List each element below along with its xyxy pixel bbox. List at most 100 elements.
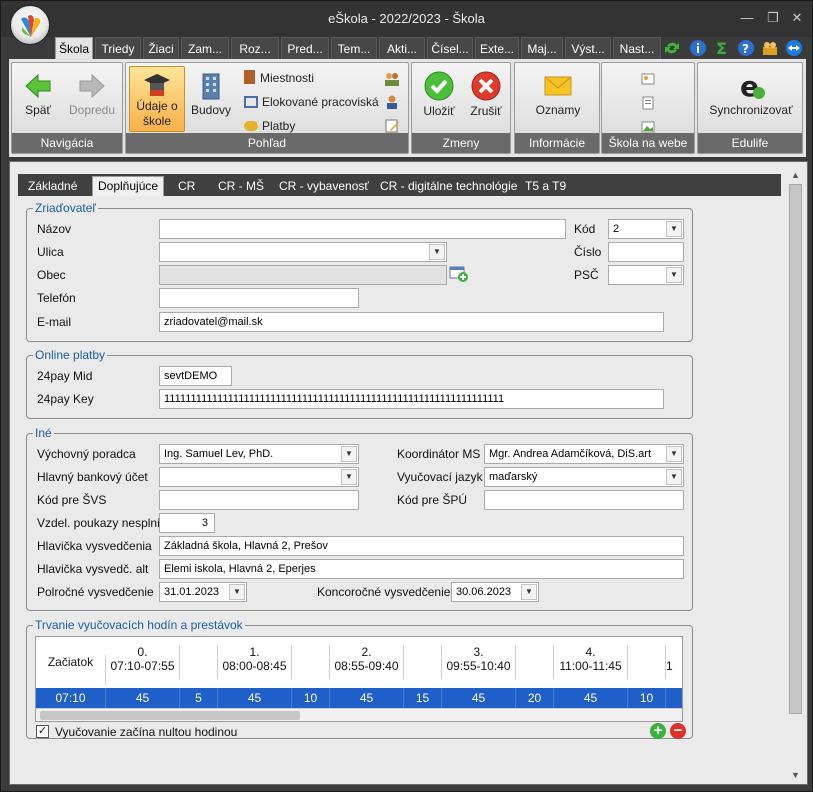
subtab-cr-vybavenost[interactable]: CR - vybavenosť bbox=[279, 177, 369, 196]
subtab-cr[interactable]: CR bbox=[178, 177, 195, 196]
scroll-down-icon[interactable]: ▼ bbox=[787, 768, 804, 782]
tab-skola[interactable]: Škola bbox=[55, 37, 93, 60]
hlavicka-alt-field[interactable]: Elemi iskola, Hlavná 2, Eperjes bbox=[159, 559, 684, 579]
tab-predmety[interactable]: Pred... bbox=[281, 37, 329, 59]
svs-field[interactable] bbox=[159, 490, 359, 510]
tab-externe[interactable]: Exte... bbox=[475, 37, 519, 59]
koordinator-combo[interactable]: Mgr. Andrea Adamčíková, DiS.art ▼ bbox=[484, 444, 684, 464]
chevron-down-icon[interactable]: ▼ bbox=[429, 244, 445, 260]
save-button[interactable]: Uložiť bbox=[416, 67, 462, 127]
forward-button[interactable]: Dopredu bbox=[64, 67, 120, 127]
miestnosti-button[interactable]: Miestnosti bbox=[244, 70, 314, 86]
restore-button[interactable]: ❐ bbox=[765, 11, 781, 25]
vertical-scrollbar[interactable]: ▲ ▼ bbox=[787, 166, 804, 782]
horizontal-scrollbar-thumb[interactable] bbox=[40, 711, 300, 720]
scroll-up-icon[interactable]: ▲ bbox=[787, 168, 804, 182]
spu-field[interactable] bbox=[484, 490, 684, 510]
edit-icon[interactable] bbox=[384, 118, 400, 134]
user-icon[interactable] bbox=[384, 94, 400, 110]
tab-vystupy[interactable]: Výst... bbox=[565, 37, 611, 59]
teamviewer-icon[interactable] bbox=[785, 39, 803, 57]
elokovane-button[interactable]: Elokované pracoviská bbox=[244, 94, 379, 110]
people-icon[interactable] bbox=[761, 39, 779, 57]
poukazy-field[interactable]: 3 bbox=[159, 513, 215, 533]
tab-ziaci[interactable]: Žiaci bbox=[143, 37, 179, 59]
chevron-down-icon[interactable]: ▼ bbox=[666, 469, 682, 485]
tab-nastavenia[interactable]: Nast... bbox=[613, 37, 661, 59]
ulica-combo[interactable]: ▼ bbox=[159, 242, 447, 262]
tab-triedy[interactable]: Triedy bbox=[95, 37, 141, 59]
help-icon[interactable]: ? bbox=[737, 39, 755, 57]
tab-zamestnanci[interactable]: Zam... bbox=[181, 37, 229, 59]
tab-tematicke[interactable]: Tem... bbox=[331, 37, 377, 59]
grid-cell[interactable]: 10 bbox=[292, 688, 330, 708]
chevron-down-icon[interactable]: ▼ bbox=[341, 469, 357, 485]
grid-cell[interactable] bbox=[666, 688, 682, 708]
polrocne-date[interactable]: 31.01.2023 ▼ bbox=[159, 582, 247, 602]
grid-row-selected[interactable]: 07:10 45 5 45 10 45 15 45 20 45 10 bbox=[36, 688, 682, 708]
scrollbar-thumb[interactable] bbox=[789, 184, 802, 714]
budovy-button[interactable]: Budovy bbox=[188, 67, 234, 127]
obec-field[interactable] bbox=[159, 265, 447, 285]
add-row-icon[interactable]: + bbox=[650, 723, 666, 739]
nazov-field[interactable] bbox=[159, 219, 566, 239]
key-field[interactable]: 1111111111111111111111111111111111111111… bbox=[159, 389, 664, 409]
subtab-cr-digitalne[interactable]: CR - digitálne technológie bbox=[380, 177, 517, 196]
tab-aktivity[interactable]: Akti... bbox=[379, 37, 425, 59]
subtab-t5-t9[interactable]: T5 a T9 bbox=[525, 177, 566, 196]
chevron-down-icon[interactable]: ▼ bbox=[666, 446, 682, 462]
horizontal-scrollbar[interactable] bbox=[36, 708, 682, 721]
grid-cell[interactable]: 45 bbox=[330, 688, 404, 708]
back-button[interactable]: Späť bbox=[14, 67, 62, 127]
minimize-button[interactable]: — bbox=[739, 11, 755, 25]
cancel-button[interactable]: Zrušiť bbox=[464, 67, 508, 127]
grid-cell[interactable]: 45 bbox=[106, 688, 180, 708]
psc-combo[interactable]: ▼ bbox=[608, 265, 684, 285]
email-field[interactable]: zriadovatel@mail.sk bbox=[159, 312, 664, 332]
grid-cell[interactable]: 15 bbox=[404, 688, 442, 708]
close-button[interactable]: ✕ bbox=[789, 11, 805, 25]
refresh-icon[interactable] bbox=[663, 39, 681, 57]
chevron-down-icon[interactable]: ▼ bbox=[341, 446, 357, 462]
tab-majetok[interactable]: Maj... bbox=[521, 37, 563, 59]
platby-button[interactable]: Platby bbox=[244, 118, 295, 134]
poradca-combo[interactable]: Ing. Samuel Lev, PhD. ▼ bbox=[159, 444, 359, 464]
users-icon[interactable] bbox=[384, 71, 400, 87]
chevron-down-icon[interactable]: ▼ bbox=[666, 267, 682, 283]
lessons-grid[interactable]: Začiatok 0. 07:10-07:55 1. 08:00-08:45 2… bbox=[35, 636, 683, 722]
grid-cell[interactable]: 45 bbox=[442, 688, 516, 708]
subtab-zakladne[interactable]: Základné bbox=[28, 177, 77, 196]
oznamy-button[interactable]: Oznamy bbox=[519, 67, 597, 127]
tab-rozvrh[interactable]: Roz... bbox=[231, 37, 279, 59]
web-document-icon[interactable] bbox=[640, 95, 656, 111]
info-icon[interactable] bbox=[689, 39, 707, 57]
hlavicka-field[interactable]: Základná škola, Hlavná 2, Prešov bbox=[159, 536, 684, 556]
kod-combo[interactable]: 2 ▼ bbox=[608, 219, 684, 239]
chevron-down-icon[interactable]: ▼ bbox=[521, 584, 537, 600]
remove-row-icon[interactable]: − bbox=[670, 723, 686, 739]
cislo-field[interactable] bbox=[608, 242, 684, 262]
grid-cell[interactable]: 45 bbox=[554, 688, 628, 708]
sigma-icon[interactable]: Σ bbox=[713, 39, 731, 57]
app-logo-button[interactable] bbox=[10, 5, 50, 45]
grid-cell[interactable]: 5 bbox=[180, 688, 218, 708]
synchronize-button[interactable]: e Synchronizovať bbox=[702, 67, 800, 127]
web-gallery-icon[interactable] bbox=[640, 71, 656, 87]
telefon-field[interactable] bbox=[159, 288, 359, 308]
grid-cell[interactable]: 20 bbox=[516, 688, 554, 708]
nulta-hodina-checkbox[interactable]: ✓ bbox=[36, 725, 49, 738]
add-location-icon[interactable] bbox=[449, 265, 469, 283]
subtab-doplnujuce[interactable]: Doplňujúce bbox=[92, 176, 165, 196]
grid-cell[interactable]: 07:10 bbox=[36, 688, 106, 708]
ucet-combo[interactable]: ▼ bbox=[159, 467, 359, 487]
mid-field[interactable]: sevtDEMO bbox=[159, 366, 232, 386]
udaje-o-skole-button[interactable]: Údaje o škole bbox=[129, 66, 185, 132]
chevron-down-icon[interactable]: ▼ bbox=[229, 584, 245, 600]
chevron-down-icon[interactable]: ▼ bbox=[666, 221, 682, 237]
subtab-cr-ms[interactable]: CR - MŠ bbox=[218, 177, 264, 196]
koncorocne-date[interactable]: 30.06.2023 ▼ bbox=[451, 582, 539, 602]
grid-cell[interactable]: 10 bbox=[628, 688, 666, 708]
grid-cell[interactable]: 45 bbox=[218, 688, 292, 708]
jazyk-combo[interactable]: maďarský ▼ bbox=[484, 467, 684, 487]
tab-ciselniky[interactable]: Čísel... bbox=[427, 37, 473, 59]
